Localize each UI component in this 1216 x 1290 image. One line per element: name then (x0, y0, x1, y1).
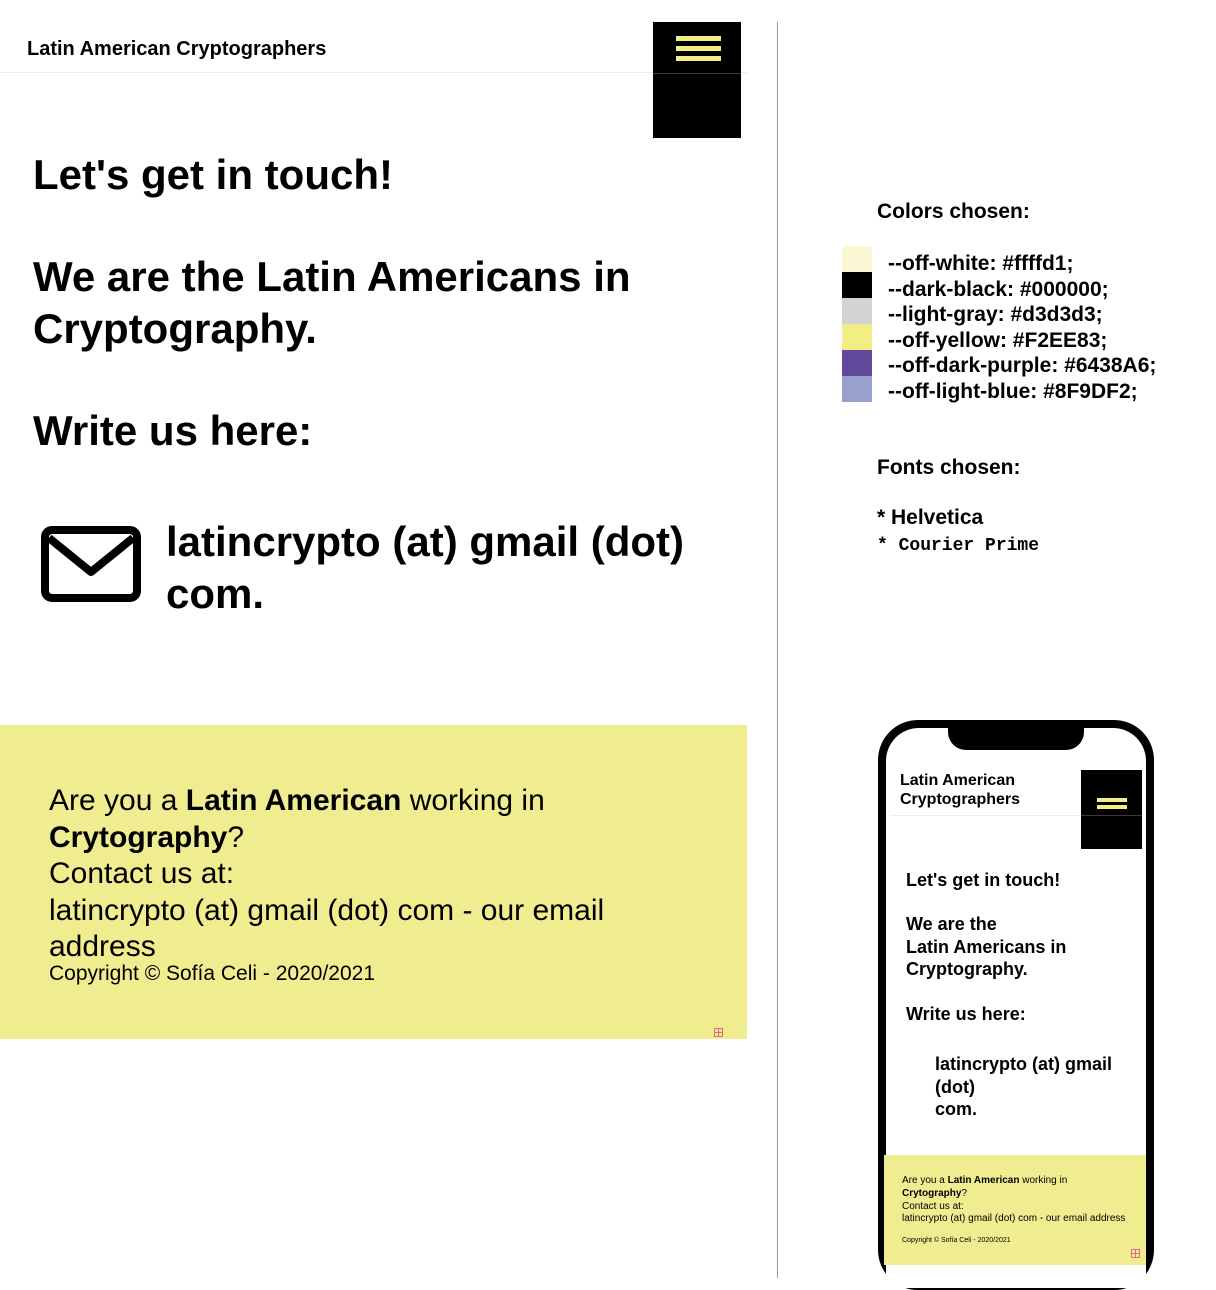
color-label: --off-dark-purple: #6438A6; (888, 354, 1157, 378)
font-sample-courier: * Courier Prime (877, 536, 1040, 556)
expand-plus-icon[interactable] (1131, 1249, 1140, 1258)
phone-email-line-3: com. (935, 1099, 978, 1119)
color-label: --off-yellow: #F2EE83; (888, 328, 1108, 352)
footer-question-mark: ? (227, 820, 245, 854)
phone-footer-prefix: Are you a (902, 1175, 948, 1186)
hamburger-menu-icon (676, 36, 721, 66)
phone-heading-we-line-1: We are the (906, 914, 997, 934)
contact-email: latincrypto (at) gmail (dot) com. (166, 516, 726, 620)
phone-footer-bold-latin-american: Latin American (947, 1175, 1020, 1186)
swatch-off-white (842, 246, 872, 272)
color-label: --off-white: #ffffd1; (888, 252, 1074, 275)
footer-text: Are you a Latin American working in Cryt… (49, 783, 689, 966)
phone-email-line-2: (dot) (935, 1076, 975, 1097)
footer-contact-label: Contact us at: (49, 857, 235, 890)
heading-get-in-touch: Let's get in touch! (33, 151, 393, 198)
hamburger-menu-icon (1097, 798, 1127, 812)
fonts-heading: Fonts chosen: (877, 456, 1021, 479)
swatch-off-light-blue (842, 376, 872, 402)
heading-we-are: We are the Latin Americans in Cryptograp… (33, 253, 631, 352)
phone-heading-write-us: Write us here: (906, 1004, 1026, 1024)
phone-heading-we-line-2: Latin Americans in (906, 936, 1067, 957)
footer-email: latincrypto (at) gmail (dot) com - our e… (49, 893, 605, 964)
heading-write-us: Write us here: (33, 407, 313, 454)
colors-heading: Colors chosen: (877, 200, 1030, 223)
footer-text-suffix: working in (401, 784, 545, 817)
copyright: Copyright © Sofía Celi - 2020/2021 (49, 962, 375, 985)
menu-button[interactable] (653, 22, 741, 138)
phone-footer-suffix: working in (1019, 1175, 1068, 1186)
color-swatches (842, 246, 872, 402)
phone-heading-we-line-3: Cryptography. (906, 959, 1028, 979)
swatch-dark-black (842, 272, 872, 298)
phone-heading-we-are: We are the Latin Americans in Cryptograp… (906, 913, 1106, 981)
footer-bold-cryptography: Crytography (49, 820, 228, 854)
envelope-icon (41, 526, 141, 602)
contact-email-line-2: com. (166, 570, 265, 617)
site-title[interactable]: Latin American Cryptographers (27, 38, 326, 61)
phone-footer-text: Are you a Latin American working in Cryt… (902, 1175, 1134, 1226)
phone-menu-divider (1081, 815, 1142, 816)
swatch-off-yellow (842, 324, 872, 350)
phone-copyright: Copyright © Sofía Celi - 2020/2021 (902, 1237, 1011, 1244)
phone-footer-contact-label: Contact us at: (902, 1200, 964, 1212)
menu-button-divider (653, 73, 741, 74)
expand-plus-icon[interactable] (714, 1028, 723, 1037)
swatch-off-dark-purple (842, 350, 872, 376)
phone-site-title[interactable]: Latin American Cryptographers (900, 771, 1070, 809)
color-label: --dark-black: #000000; (888, 277, 1109, 301)
contact-email-line-1: latincrypto (at) gmail (dot) (166, 518, 684, 565)
phone-menu-button[interactable] (1081, 770, 1142, 849)
font-sample-helvetica: * Helvetica (877, 506, 984, 529)
phone-footer-question-mark: ? (961, 1187, 968, 1199)
phone-email-line-1: latincrypto (at) gmail (935, 1054, 1113, 1074)
footer-bold-latin-american: Latin American (185, 784, 402, 817)
phone-footer-email: latincrypto (at) gmail (dot) com - our e… (902, 1213, 1126, 1225)
phone-heading-get-in-touch: Let's get in touch! (906, 870, 1061, 890)
color-label: --light-gray: #d3d3d3; (888, 303, 1103, 327)
phone-contact-email: latincrypto (at) gmail (dot) com. (935, 1053, 1135, 1121)
header-divider (0, 72, 747, 73)
color-list: --off-white: #ffffd1; --dark-black: #000… (888, 251, 1156, 405)
footer-text-prefix: Are you a (49, 784, 186, 817)
vertical-divider (777, 22, 778, 1278)
phone-notch (948, 720, 1084, 750)
swatch-light-gray (842, 298, 872, 324)
color-label: --off-light-blue: #8F9DF2; (888, 379, 1138, 403)
phone-footer-bold-cryptography: Crytography (902, 1187, 962, 1199)
